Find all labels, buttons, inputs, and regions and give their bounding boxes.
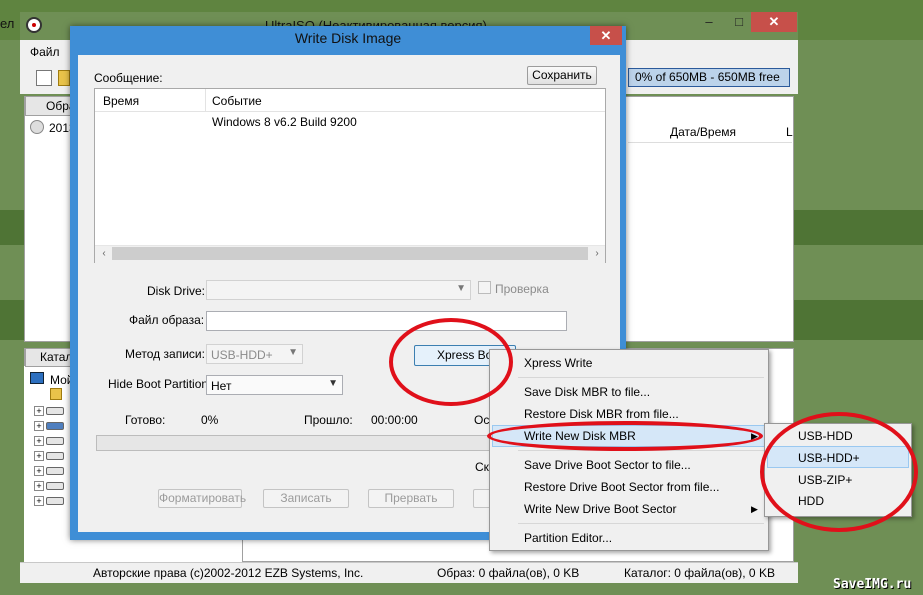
image-file-label: Файл образа: [129, 313, 205, 327]
write-method-label: Метод записи: [125, 347, 205, 361]
tree-expander[interactable]: + [34, 451, 44, 461]
cd-icon [30, 120, 44, 134]
drive-icon [46, 437, 64, 445]
scroll-left-icon[interactable]: ‹ [98, 247, 110, 260]
save-log-button[interactable]: Сохранить [527, 66, 597, 85]
tree-expander[interactable]: + [34, 466, 44, 476]
write-method-value: USB-HDD+ [211, 348, 273, 362]
tab-image[interactable]: Обра [25, 96, 76, 116]
write-progress-bar [96, 435, 516, 451]
menu-item-save-disk-mbr[interactable]: Save Disk MBR to file... [524, 385, 650, 399]
menu-item-restore-disk-mbr[interactable]: Restore Disk MBR from file... [524, 407, 679, 421]
annotation-circle-xpress [389, 318, 513, 406]
menu-item-partition-editor[interactable]: Partition Editor... [524, 531, 612, 545]
log-column-time[interactable]: Время [103, 94, 139, 108]
log-column-separator [205, 89, 206, 111]
maximize-button[interactable]: □ [725, 12, 753, 32]
image-file-input[interactable] [206, 311, 567, 331]
capacity-indicator: 0% of 650MB - 650MB free [628, 68, 790, 87]
column-l-header[interactable]: L [786, 125, 793, 139]
verify-checkbox[interactable] [478, 281, 491, 294]
tree-expander[interactable]: + [34, 436, 44, 446]
log-header [95, 89, 605, 112]
menu-separator [518, 523, 764, 524]
new-file-icon[interactable] [36, 70, 52, 86]
scroll-right-icon[interactable]: › [591, 247, 603, 260]
disk-drive-label: Disk Drive: [147, 284, 206, 298]
drive-icon [46, 422, 64, 430]
column-date-header[interactable]: Дата/Время [670, 125, 736, 139]
menu-file[interactable]: Файл [30, 45, 60, 59]
hide-boot-value: Нет [211, 379, 232, 393]
submenu-arrow-icon: ▶ [751, 504, 758, 514]
drive-icon [46, 407, 64, 415]
ultraiso-app-icon [26, 17, 42, 33]
main-close-button[interactable]: ✕ [751, 12, 797, 32]
minimize-button[interactable]: – [695, 12, 723, 32]
menu-item-restore-boot-sector[interactable]: Restore Drive Boot Sector from file... [524, 480, 719, 494]
hide-boot-label: Hide Boot Partition: [108, 377, 212, 391]
open-folder-icon[interactable] [58, 70, 70, 86]
chevron-down-icon: ▼ [328, 378, 338, 389]
scrollbar-thumb[interactable] [112, 247, 588, 260]
tree-expander[interactable]: + [34, 496, 44, 506]
chevron-down-icon: ▼ [456, 283, 466, 294]
menu-item-write-new-boot-sector[interactable]: Write New Drive Boot Sector [524, 502, 677, 516]
background-window-title: ел [0, 16, 15, 31]
tab-catalog[interactable]: Катал [25, 348, 73, 367]
chevron-down-icon: ▼ [288, 347, 298, 358]
computer-icon [30, 372, 44, 384]
format-button[interactable]: Форматировать [158, 489, 246, 508]
ready-label: Готово: [125, 413, 166, 427]
dialog-close-button[interactable]: ✕ [590, 26, 622, 45]
status-copyright: Авторские права (c)2002-2012 EZB Systems… [93, 566, 364, 580]
elapsed-label: Прошло: [304, 413, 353, 427]
log-column-event[interactable]: Событие [212, 94, 262, 108]
annotation-circle-usb-hdd-plus [760, 412, 918, 532]
menu-separator [518, 377, 764, 378]
disk-drive-select[interactable]: ▼ [206, 280, 471, 300]
stop-button[interactable]: Прервать [368, 489, 454, 508]
drive-icon [46, 452, 64, 460]
tree-expander[interactable]: + [34, 406, 44, 416]
speed-label: Ск [475, 460, 489, 474]
hide-boot-select[interactable]: Нет ▼ [206, 375, 343, 395]
status-catalog-count: Каталог: 0 файла(ов), 0 KB [624, 566, 775, 580]
status-image-count: Образ: 0 файла(ов), 0 KB [437, 566, 580, 580]
menu-item-save-boot-sector[interactable]: Save Drive Boot Sector to file... [524, 458, 691, 472]
folder-icon [50, 388, 62, 400]
tree-expander[interactable]: + [34, 421, 44, 431]
drive-icon [46, 497, 64, 505]
message-label: Сообщение: [94, 71, 163, 85]
menu-item-xpress-write[interactable]: Xpress Write [524, 356, 592, 370]
log-row-event: Windows 8 v6.2 Build 9200 [212, 115, 357, 129]
tree-expander[interactable]: + [34, 481, 44, 491]
verify-label: Проверка [495, 282, 549, 296]
drive-icon [46, 482, 64, 490]
watermark: SaveIMG.ru [833, 577, 912, 592]
write-button[interactable]: Записать [263, 489, 349, 508]
write-method-select[interactable]: USB-HDD+ ▼ [206, 344, 303, 364]
drive-icon [46, 467, 64, 475]
elapsed-value: 00:00:00 [371, 413, 418, 427]
ready-value: 0% [201, 413, 219, 427]
dialog-title: Write Disk Image [294, 30, 402, 46]
annotation-circle-write-mbr [487, 421, 763, 451]
